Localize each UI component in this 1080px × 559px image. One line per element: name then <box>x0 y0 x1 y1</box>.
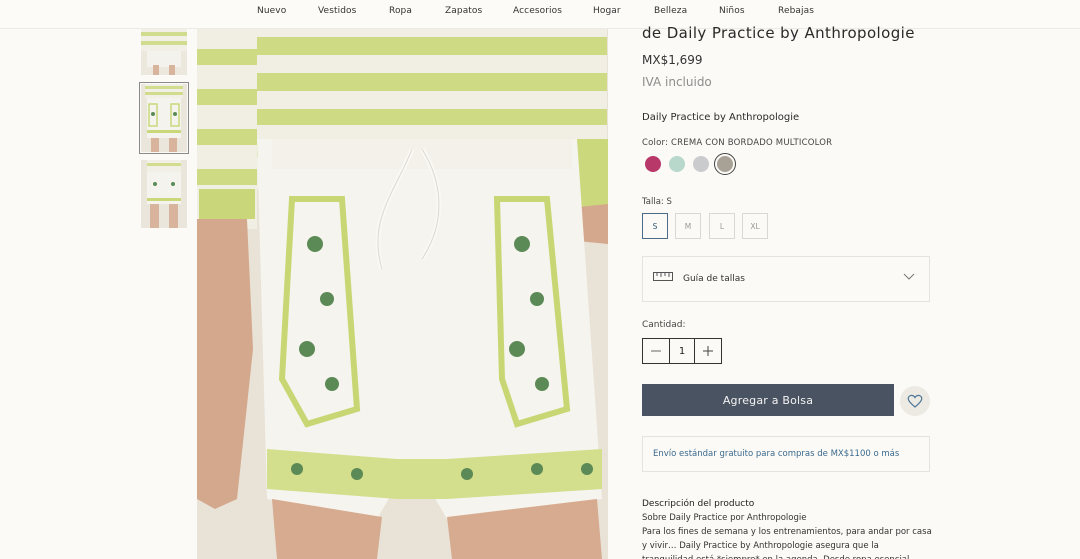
nav-item-rebajas[interactable]: Rebajas <box>778 6 814 16</box>
size-option-xl[interactable]: XL <box>742 213 768 239</box>
description-text: Sobre Daily Practice por Anthropologie P… <box>642 513 932 559</box>
tax-note: IVA incluido <box>642 75 712 89</box>
color-swatch-cream-multicolor[interactable] <box>714 153 736 175</box>
minus-icon <box>651 350 661 352</box>
decrement-button[interactable] <box>643 339 669 363</box>
nav-item-ropa[interactable]: Ropa <box>389 6 412 16</box>
nav-item-belleza[interactable]: Belleza <box>654 6 687 16</box>
description-heading: Descripción del producto <box>642 499 755 509</box>
size-option-s[interactable]: S <box>642 213 668 239</box>
thumbnail-3-image <box>141 160 187 228</box>
plus-icon <box>703 346 713 356</box>
nav-item-hogar[interactable]: Hogar <box>593 6 621 16</box>
thumbnail-2-image <box>141 84 187 152</box>
ruler-icon <box>653 272 673 281</box>
add-to-bag-button[interactable]: Agregar a Bolsa <box>642 384 894 416</box>
color-label: Color: CREMA CON BORDADO MULTICOLOR <box>642 138 833 148</box>
color-swatch-gray[interactable] <box>693 156 709 172</box>
thumbnail-3[interactable] <box>141 160 187 228</box>
thumbnail-2[interactable] <box>139 82 189 154</box>
size-label: Talla: S <box>642 197 672 207</box>
nav-item-vestidos[interactable]: Vestidos <box>318 6 356 16</box>
quantity-value[interactable]: 1 <box>669 339 695 363</box>
heart-icon <box>907 394 923 408</box>
size-option-m[interactable]: M <box>675 213 701 239</box>
quantity-label: Cantidad: <box>642 320 686 330</box>
nav-item-ninos[interactable]: Niños <box>719 6 745 16</box>
size-option-l[interactable]: L <box>709 213 735 239</box>
nav-item-zapatos[interactable]: Zapatos <box>445 6 482 16</box>
size-guide-label: Guía de tallas <box>683 274 745 284</box>
product-price: MX$1,699 <box>642 53 703 67</box>
quantity-stepper: 1 <box>642 338 722 364</box>
increment-button[interactable] <box>695 339 721 363</box>
thumbnail-1[interactable] <box>141 29 187 75</box>
main-product-image[interactable] <box>197 29 608 559</box>
chevron-down-icon <box>903 273 915 280</box>
color-swatch-pink[interactable] <box>645 156 661 172</box>
size-guide-accordion[interactable]: Guía de tallas <box>642 256 930 302</box>
top-navigation: Nuevo Vestidos Ropa Zapatos Accesorios H… <box>0 0 1080 29</box>
product-photo <box>197 29 608 559</box>
thumbnail-1-image <box>141 29 187 75</box>
shipping-note: Envío estándar gratuito para compras de … <box>653 449 900 459</box>
nav-item-nuevo[interactable]: Nuevo <box>257 6 286 16</box>
shipping-banner: Envío estándar gratuito para compras de … <box>642 436 930 472</box>
nav-item-accesorios[interactable]: Accesorios <box>513 6 562 16</box>
wishlist-button[interactable] <box>900 386 930 416</box>
brand-name[interactable]: Daily Practice by Anthropologie <box>642 112 799 123</box>
color-swatch-mint[interactable] <box>669 156 685 172</box>
product-title: de Daily Practice by Anthropologie <box>642 24 915 42</box>
